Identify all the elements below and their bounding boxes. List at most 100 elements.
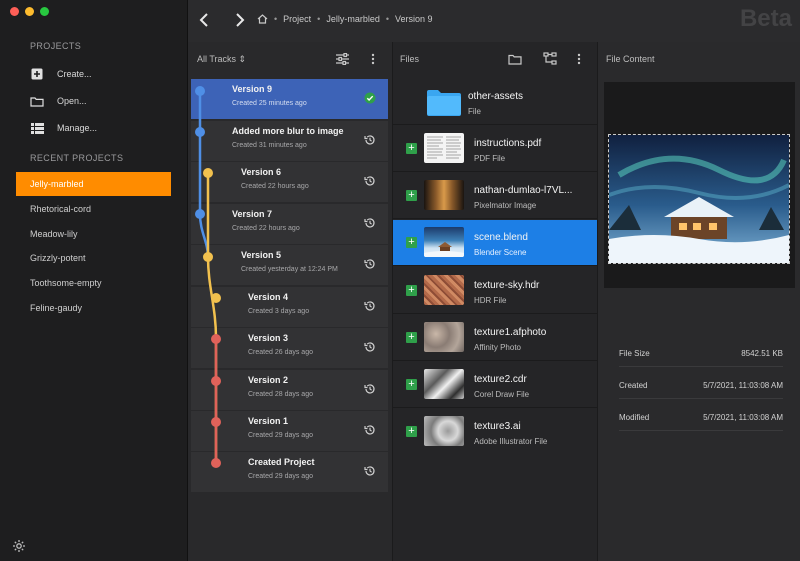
manage-label: Manage... (57, 123, 98, 133)
folder-icon (30, 94, 44, 108)
history-icon[interactable] (364, 134, 376, 146)
hierarchy-icon[interactable] (543, 52, 557, 65)
more-vertical-icon[interactable] (371, 53, 375, 65)
track-title: Version 5 (241, 250, 282, 260)
commit-node (211, 293, 221, 303)
create-project-button[interactable]: Create... (30, 64, 92, 84)
recent-project-item[interactable]: Jelly-marbled (16, 172, 171, 196)
more-vertical-icon[interactable] (577, 53, 581, 65)
file-row[interactable]: + texture3.ai Adobe Illustrator File (393, 409, 597, 455)
file-type: Pixelmator Image (474, 201, 537, 210)
track-subtitle: Created 28 days ago (248, 391, 313, 398)
check-icon (364, 92, 376, 104)
sidebar: PROJECTS Create... Open... Manage... REC… (0, 0, 188, 561)
scene-thumbnail (424, 227, 464, 257)
history-icon[interactable] (364, 258, 376, 270)
track-title: Version 2 (248, 375, 289, 385)
recent-project-item[interactable]: Toothsome-empty (16, 271, 171, 295)
home-icon[interactable] (257, 14, 268, 24)
track-subtitle: Created 31 minutes ago (232, 142, 307, 149)
add-file-icon[interactable]: + (406, 190, 417, 201)
close-window-button[interactable] (10, 7, 19, 16)
recent-project-item[interactable]: Rhetorical-cord (16, 197, 171, 221)
minimize-window-button[interactable] (25, 7, 34, 16)
files-heading: Files (400, 54, 420, 64)
add-file-icon[interactable]: + (406, 379, 417, 390)
add-file-icon[interactable]: + (406, 285, 417, 296)
recent-project-item[interactable]: Meadow-lily (16, 222, 171, 246)
file-name: nathan-dumlao-l7VL... (474, 185, 573, 196)
history-icon[interactable] (364, 341, 376, 353)
zoom-window-button[interactable] (40, 7, 49, 16)
history-icon[interactable] (364, 300, 376, 312)
manage-projects-button[interactable]: Manage... (30, 118, 97, 138)
sliders-icon[interactable] (336, 53, 349, 65)
track-title: Version 9 (232, 84, 273, 94)
add-file-icon[interactable]: + (406, 332, 417, 343)
files-header: Files (393, 42, 597, 76)
forward-chevron-icon[interactable] (230, 11, 248, 29)
breadcrumb-version[interactable]: Version 9 (395, 14, 433, 24)
commit-node (203, 252, 213, 262)
file-type: Adobe Illustrator File (474, 437, 548, 446)
create-label: Create... (57, 69, 92, 79)
add-file-icon[interactable]: + (406, 426, 417, 437)
commit-node (211, 376, 221, 386)
track-title: Version 7 (232, 209, 273, 219)
history-icon[interactable] (364, 217, 376, 229)
file-row[interactable]: other-assets File (393, 79, 597, 125)
recent-project-item[interactable]: Feline-gaudy (16, 296, 171, 320)
file-row[interactable]: + texture2.cdr Corel Draw File (393, 362, 597, 408)
file-row[interactable]: + texture1.afphoto Affinity Photo (393, 315, 597, 361)
commit-node (211, 334, 221, 344)
track-subtitle: Created 3 days ago (248, 308, 310, 315)
commit-node (203, 168, 213, 178)
files-panel: Files other-assets File + instructions.p… (393, 42, 598, 561)
hdr-thumbnail (424, 275, 464, 305)
created-row: Created 5/7/2021, 11:03:08 AM (619, 372, 783, 399)
file-name: texture2.cdr (474, 374, 527, 385)
modified-value: 5/7/2021, 11:03:08 AM (703, 412, 783, 422)
folder-icon (426, 88, 462, 116)
track-title: Version 4 (248, 292, 289, 302)
history-icon[interactable] (364, 424, 376, 436)
file-row[interactable]: + nathan-dumlao-l7VL... Pixelmator Image (393, 173, 597, 219)
breadcrumb-project-name[interactable]: Jelly-marbled (326, 14, 380, 24)
ai-thumbnail (424, 416, 464, 446)
track-subtitle: Created 25 minutes ago (232, 100, 307, 107)
plus-square-icon (30, 67, 44, 81)
commit-node (211, 458, 221, 468)
history-icon[interactable] (364, 383, 376, 395)
track-title: Version 1 (248, 416, 289, 426)
folder-icon[interactable] (508, 54, 522, 65)
list-icon (30, 121, 44, 135)
open-project-button[interactable]: Open... (30, 91, 87, 111)
breadcrumb-project[interactable]: Project (283, 14, 311, 24)
tracks-panel: All Tracks ⇕ Version 9 Created 25 minute… (188, 42, 393, 561)
afphoto-thumbnail (424, 322, 464, 352)
commit-node (195, 127, 205, 137)
add-file-icon[interactable]: + (406, 143, 417, 154)
history-icon[interactable] (364, 465, 376, 477)
file-type: PDF File (474, 154, 506, 163)
breadcrumb: • Project • Jelly-marbled • Version 9 (257, 14, 433, 24)
track-subtitle: Created yesterday at 12:24 PM (241, 266, 338, 273)
track-title: Version 6 (241, 167, 282, 177)
history-icon[interactable] (364, 175, 376, 187)
window-controls (10, 7, 49, 16)
back-chevron-icon[interactable] (196, 11, 214, 29)
file-row[interactable]: + scene.blend Blender Scene (393, 220, 597, 266)
file-name: texture1.afphoto (474, 327, 547, 338)
created-value: 5/7/2021, 11:03:08 AM (703, 380, 783, 390)
add-file-icon[interactable]: + (406, 237, 417, 248)
file-type: Corel Draw File (474, 390, 530, 399)
modified-label: Modified (619, 412, 650, 422)
track-title: Version 3 (248, 333, 289, 343)
recent-project-item[interactable]: Grizzly-potent (16, 246, 171, 270)
file-row[interactable]: + texture-sky.hdr HDR File (393, 268, 597, 314)
file-content-panel: File Content File Size 8542.51 KB Create… (598, 42, 800, 561)
file-row[interactable]: + instructions.pdf PDF File (393, 126, 597, 172)
commit-node (195, 209, 205, 219)
settings-gear-icon[interactable] (12, 539, 26, 553)
scene-preview-image (608, 134, 790, 264)
